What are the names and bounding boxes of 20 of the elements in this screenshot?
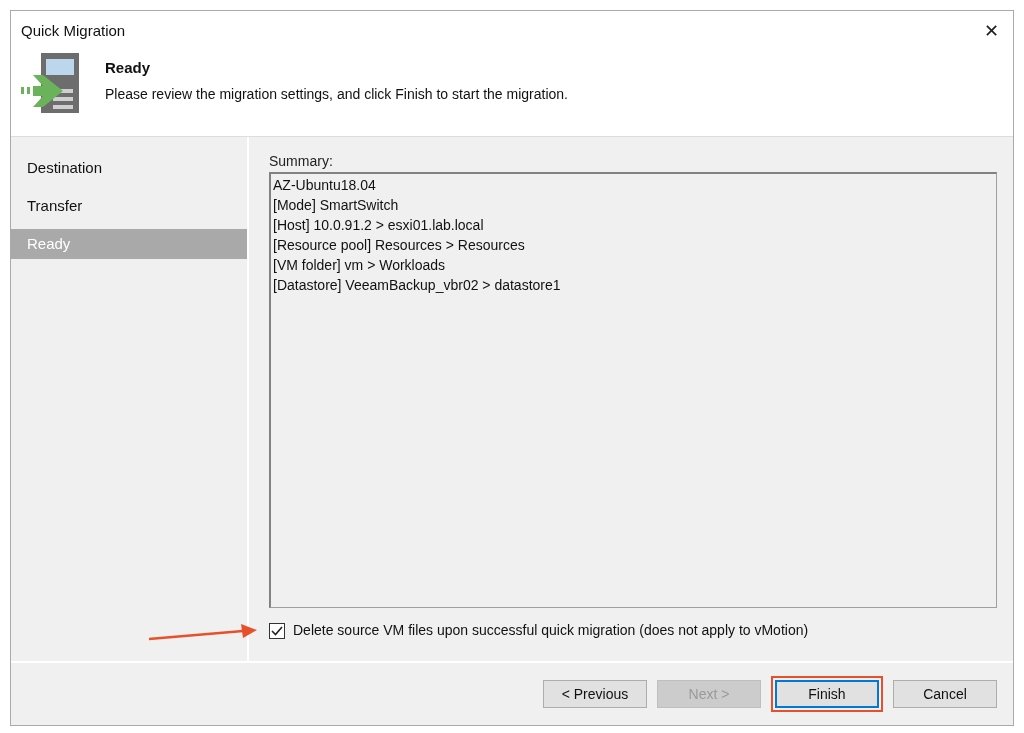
summary-line: [Host] 10.0.91.2 > esxi01.lab.local <box>273 216 485 235</box>
summary-line: [VM folder] vm > Workloads <box>273 256 447 275</box>
dialog-button[interactable]: Cancel <box>893 680 997 708</box>
checkbox[interactable] <box>269 622 285 639</box>
close-button[interactable]: ✕ <box>979 19 1003 43</box>
summary-line: [Mode] SmartSwitch <box>273 196 400 215</box>
checkmark-icon <box>271 625 283 636</box>
summary-line: [Datastore] VeeamBackup_vbr02 > datastore1 <box>273 276 562 295</box>
checkbox-label: Delete source VM files upon successful quick migration (does not apply to vMotion) <box>293 621 809 640</box>
step-title: Ready <box>105 58 152 78</box>
dialog-button[interactable]: < Previous <box>543 680 647 708</box>
window-title: Quick Migration <box>21 20 126 41</box>
sidebar-item[interactable]: Transfer <box>11 191 247 221</box>
summary-line: AZ-Ubuntu18.04 <box>273 176 377 195</box>
summary-text-area[interactable]: AZ-Ubuntu18.04 [Mode] SmartSwitch [Host] 10.0.91.2 > esxi01.lab.local [Resource pool] Resources > Resources [VM folder] vm > Workloads [Datastore] VeeamBackup_vbr02 > datastore1 <box>269 172 997 608</box>
step-description: Please review the migration settings, and click Finish to start the migration. <box>105 84 568 104</box>
sidebar-item[interactable]: Destination <box>11 153 247 183</box>
summary-label: Summary: <box>269 152 334 171</box>
summary-line: [Resource pool] Resources > Resources <box>273 236 526 255</box>
dialog-button[interactable]: Finish <box>775 680 879 708</box>
